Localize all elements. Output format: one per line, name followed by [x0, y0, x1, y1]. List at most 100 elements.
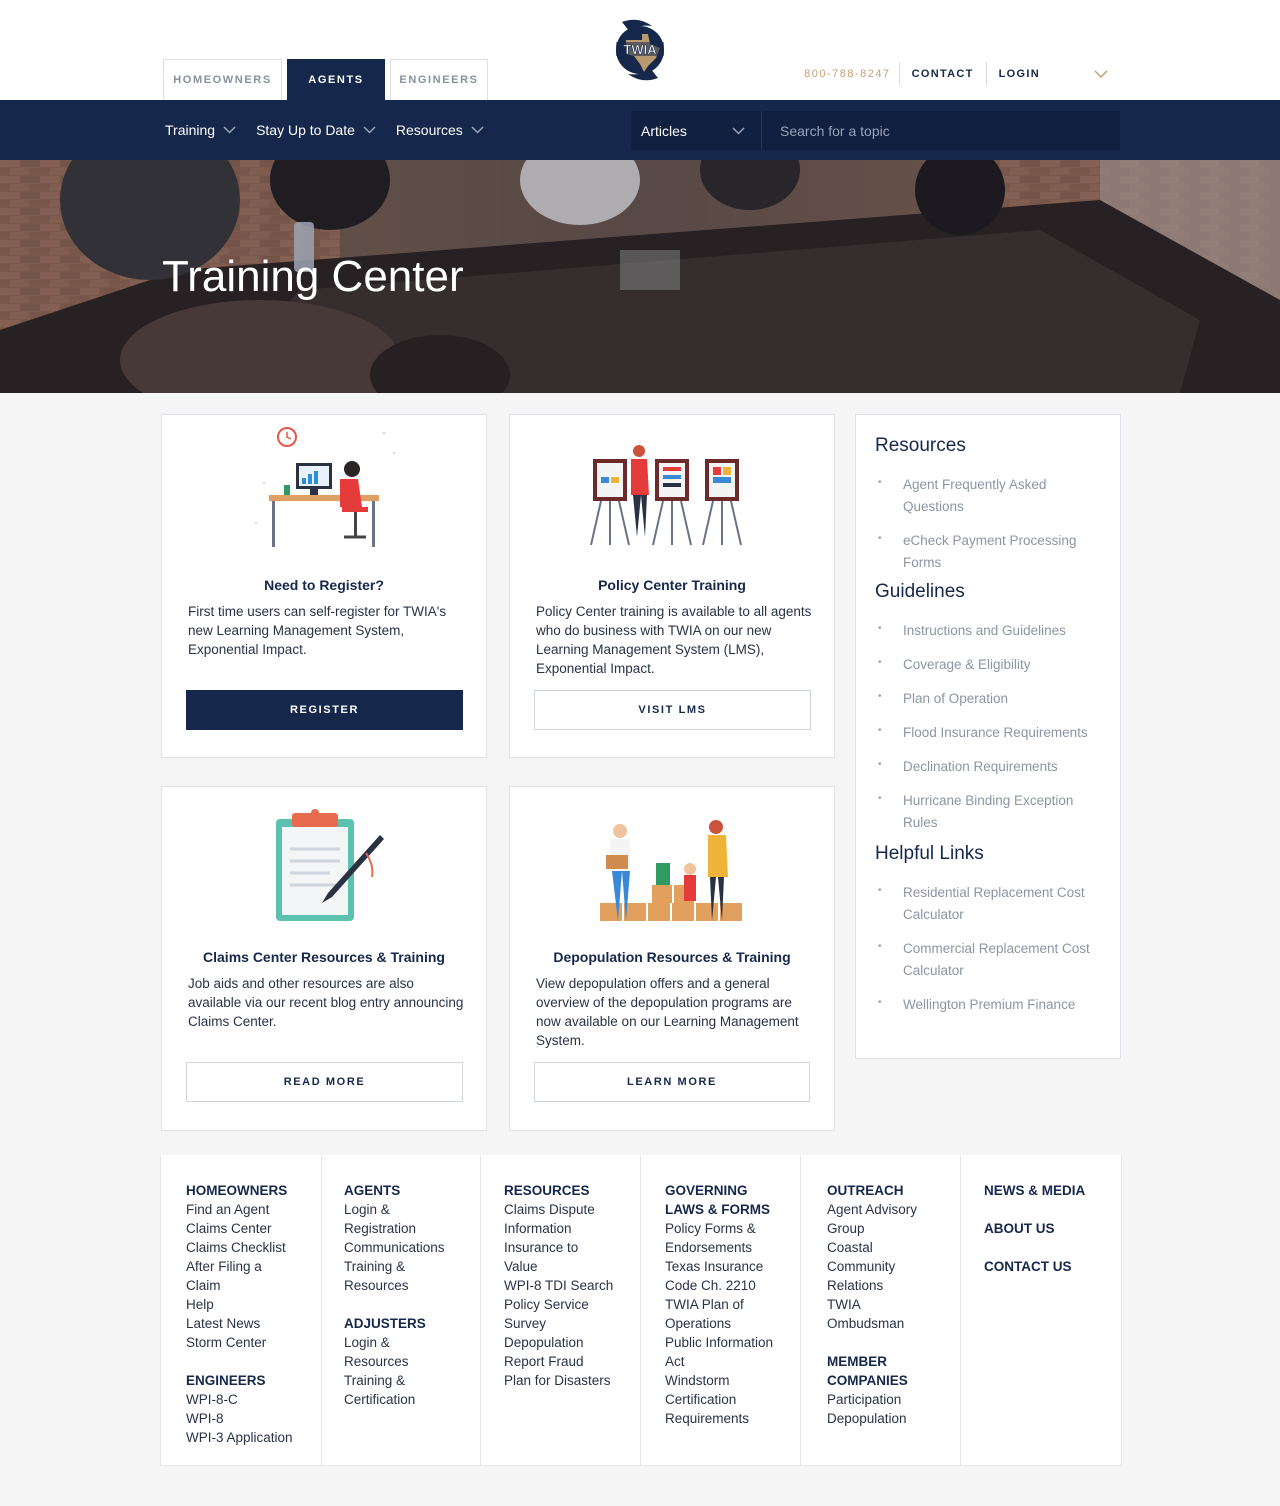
sidebar-link[interactable]: • Coverage & Eligibility	[875, 654, 1105, 676]
chevron-down-icon	[471, 126, 484, 134]
footer-link[interactable]: Report Fraud	[504, 1352, 640, 1371]
sidebar-link[interactable]: • Hurricane Binding Exception Rules	[875, 790, 1105, 834]
nav-stay-up-to-date[interactable]: Stay Up to Date	[256, 122, 376, 138]
contact-link[interactable]: CONTACT	[900, 62, 987, 86]
footer-link[interactable]: Public Information Act	[665, 1333, 785, 1371]
sidebar-link[interactable]: • Residential Replacement Cost Calculator	[875, 882, 1105, 926]
footer-link[interactable]: Windstorm Certification Requirements	[665, 1371, 765, 1428]
footer-link[interactable]: Agent Advisory Group	[827, 1200, 927, 1238]
footer-link[interactable]: Latest News	[186, 1314, 321, 1333]
card-title: Claims Center Resources & Training	[203, 949, 445, 965]
presentation-boards-icon	[590, 445, 742, 546]
footer-heading[interactable]: CONTACT US	[984, 1257, 1121, 1276]
footer-link[interactable]: Depopulation	[504, 1333, 640, 1352]
footer-link[interactable]: Depopulation	[827, 1409, 960, 1428]
footer-link[interactable]: Policy Forms & Endorsements	[665, 1219, 765, 1257]
bullet-icon: •	[878, 997, 882, 1008]
tab-homeowners[interactable]: HOMEOWNERS	[163, 59, 282, 100]
phone-number[interactable]: 800-788-8247	[804, 62, 900, 86]
nav-resources-label: Resources	[395, 122, 463, 138]
login-link[interactable]: LOGIN	[987, 62, 1052, 86]
page: HOMEOWNERS AGENTS ENGINEERS TWIA 800-788…	[0, 0, 1280, 1506]
footer-link[interactable]: TWIA Ombudsman	[827, 1295, 927, 1333]
footer-link[interactable]: Claims Dispute Information	[504, 1200, 614, 1238]
sidebar-link[interactable]: • Instructions and Guidelines	[875, 620, 1105, 642]
sidebar-link[interactable]: • Plan of Operation	[875, 688, 1105, 710]
footer-link[interactable]: Plan for Disasters	[504, 1371, 640, 1390]
bullet-icon: •	[878, 759, 882, 770]
sidebar-link-label: Coverage & Eligibility	[903, 657, 1031, 672]
footer-link[interactable]: WPI-8 TDI Search	[504, 1276, 640, 1295]
footer-link[interactable]: Login & Registration	[344, 1200, 434, 1238]
footer-heading[interactable]: ABOUT US	[984, 1219, 1121, 1238]
footer-link[interactable]: Claims Checklist	[186, 1238, 321, 1257]
footer-link[interactable]: Storm Center	[186, 1333, 321, 1352]
card-illustration	[162, 423, 486, 563]
visit-lms-button[interactable]: VISIT LMS	[534, 690, 811, 730]
sidebar: Resources • Agent Frequently Asked Questi…	[855, 414, 1121, 1059]
sidebar-heading-helpful-links: Helpful Links	[875, 843, 984, 864]
twia-logo[interactable]: TWIA	[612, 14, 668, 86]
footer-link[interactable]: TWIA Plan of Operations	[665, 1295, 765, 1333]
sidebar-link-label: eCheck Payment Processing Forms	[903, 533, 1077, 570]
chevron-down-icon[interactable]	[1052, 62, 1112, 86]
footer-link[interactable]: After Filing a Claim	[186, 1257, 286, 1295]
card-text: Job aids and other resources are also av…	[188, 976, 464, 1029]
footer-heading[interactable]: HOMEOWNERS	[186, 1181, 321, 1200]
footer-link[interactable]: WPI-8-C	[186, 1390, 321, 1409]
sidebar-link[interactable]: • Wellington Premium Finance	[875, 994, 1105, 1016]
footer-heading[interactable]: NEWS & MEDIA	[984, 1181, 1121, 1200]
card-title: Need to Register?	[264, 577, 384, 593]
search-input[interactable]	[762, 111, 1120, 150]
sidebar-link[interactable]: • Agent Frequently Asked Questions	[875, 474, 1105, 518]
footer-heading[interactable]: GOVERNING LAWS & FORMS	[665, 1181, 775, 1219]
sidebar-link[interactable]: • Flood Insurance Requirements	[875, 722, 1105, 744]
footer-link[interactable]: Find an Agent	[186, 1200, 321, 1219]
footer-link[interactable]: Coastal Community Relations	[827, 1238, 907, 1295]
footer-heading[interactable]: AGENTS	[344, 1181, 480, 1200]
footer-link[interactable]: Training & Certification	[344, 1371, 424, 1409]
card-illustration	[162, 805, 486, 930]
footer-link[interactable]: Participation	[827, 1390, 960, 1409]
footer-link[interactable]: Policy Service Survey	[504, 1295, 604, 1333]
footer-heading[interactable]: RESOURCES	[504, 1181, 640, 1200]
footer-link[interactable]: Login & Resources	[344, 1333, 424, 1371]
footer-link[interactable]: Insurance to Value	[504, 1238, 604, 1276]
card-title: Depopulation Resources & Training	[553, 949, 791, 965]
footer-col-resources: RESOURCES Claims Dispute Information Ins…	[481, 1155, 641, 1466]
sidebar-link-label: Agent Frequently Asked Questions	[903, 477, 1047, 514]
footer-heading[interactable]: ENGINEERS	[186, 1371, 321, 1390]
nav-training[interactable]: Training	[165, 122, 236, 138]
bullet-icon: •	[878, 623, 882, 634]
footer-link[interactable]: Help	[186, 1295, 321, 1314]
footer-link[interactable]: WPI-3 Application	[186, 1428, 321, 1447]
bullet-icon: •	[878, 691, 882, 702]
read-more-button[interactable]: READ MORE	[186, 1062, 463, 1102]
footer-heading[interactable]: ADJUSTERS	[344, 1314, 480, 1333]
tab-engineers[interactable]: ENGINEERS	[390, 59, 488, 100]
footer-link[interactable]: WPI-8	[186, 1409, 321, 1428]
footer-heading[interactable]: MEMBER COMPANIES	[827, 1352, 927, 1390]
bullet-icon: •	[878, 533, 882, 544]
footer-col-news: NEWS & MEDIA ABOUT US CONTACT US	[961, 1155, 1121, 1466]
card-title: Policy Center Training	[598, 577, 746, 593]
nav-resources[interactable]: Resources	[396, 122, 484, 138]
sidebar-link[interactable]: • eCheck Payment Processing Forms	[875, 530, 1105, 574]
tab-agents[interactable]: AGENTS	[287, 59, 385, 100]
footer-link[interactable]: Training & Resources	[344, 1257, 424, 1295]
sidebar-link[interactable]: • Declination Requirements	[875, 756, 1105, 778]
sidebar-heading-guidelines: Guidelines	[875, 581, 965, 602]
nav-training-label: Training	[165, 122, 216, 138]
bullet-icon: •	[878, 725, 882, 736]
desk-computer-icon	[255, 427, 395, 547]
footer-link[interactable]: Texas Insurance Code Ch. 2210	[665, 1257, 775, 1295]
bullet-icon: •	[878, 941, 882, 952]
footer-link[interactable]: Communications	[344, 1238, 480, 1257]
logo-text: TWIA	[623, 42, 657, 57]
sidebar-link[interactable]: • Commercial Replacement Cost Calculator	[875, 938, 1105, 982]
register-button[interactable]: REGISTER	[186, 690, 463, 730]
learn-more-button[interactable]: LEARN MORE	[534, 1062, 810, 1102]
footer-link[interactable]: Claims Center	[186, 1219, 321, 1238]
search-category-select[interactable]: Articles	[631, 111, 762, 150]
footer-heading[interactable]: OUTREACH	[827, 1181, 960, 1200]
